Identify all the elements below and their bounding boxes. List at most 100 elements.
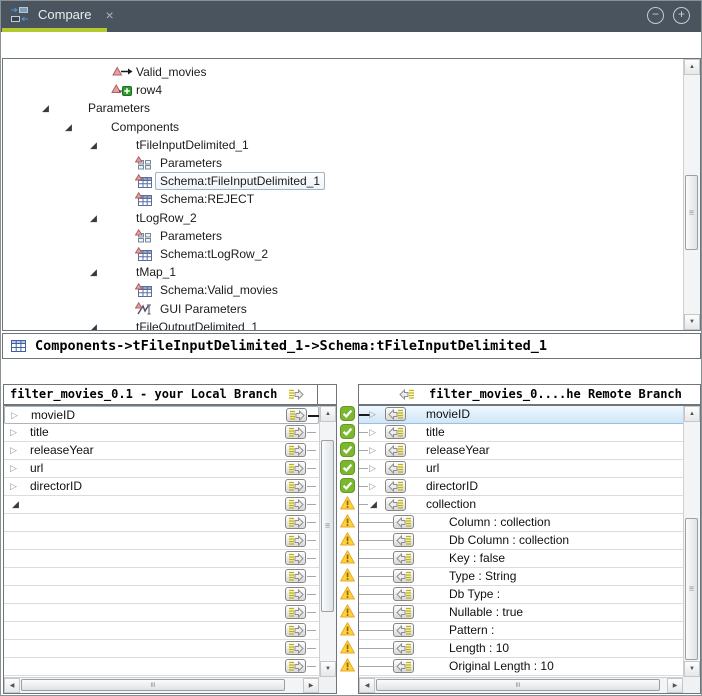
expander-icon[interactable]: ◢ xyxy=(90,209,97,227)
copy-to-remote-button[interactable] xyxy=(285,551,306,565)
tree-item-parameters[interactable]: Parameters xyxy=(3,227,683,245)
minimize-button[interactable]: − xyxy=(647,7,664,24)
remote-row-title[interactable]: ▷title xyxy=(359,424,683,442)
expand-icon[interactable]: ▷ xyxy=(10,442,17,459)
copy-to-remote-button[interactable] xyxy=(285,587,306,601)
remote-row-movieid[interactable]: ▷movieID xyxy=(359,406,683,424)
remote-property-nullable[interactable]: Nullable : true xyxy=(359,604,683,622)
scrollbar-thumb[interactable]: ≡ xyxy=(321,440,334,612)
local-row-empty-13[interactable] xyxy=(4,622,319,640)
tree-item-components[interactable]: ◢Components xyxy=(3,118,683,136)
local-row-movieid[interactable]: ▷movieID xyxy=(4,406,319,424)
expand-icon[interactable]: ▷ xyxy=(10,460,17,477)
copy-to-remote-button[interactable] xyxy=(285,497,306,511)
copy-to-remote-button[interactable] xyxy=(285,515,306,529)
scroll-down-button[interactable]: ▼ xyxy=(684,314,700,330)
expander-icon[interactable]: ◢ xyxy=(90,318,97,330)
local-row-empty-6[interactable]: ◢ xyxy=(4,496,319,514)
tree-scrollbar[interactable]: ▲≡▼ xyxy=(683,59,700,330)
local-row-empty-10[interactable] xyxy=(4,568,319,586)
copy-to-local-button[interactable] xyxy=(385,425,406,439)
local-row-releaseyear[interactable]: ▷releaseYear xyxy=(4,442,319,460)
copy-to-local-button[interactable] xyxy=(393,641,414,655)
local-row-empty-8[interactable] xyxy=(4,532,319,550)
tree-item-tfileoutputdelimited-1[interactable]: ◢tFileOutputDelimited_1 xyxy=(3,318,683,330)
copy-to-remote-button[interactable] xyxy=(286,408,307,422)
local-row-empty-14[interactable] xyxy=(4,640,319,658)
local-row-empty-9[interactable] xyxy=(4,550,319,568)
scroll-up-button[interactable]: ▲ xyxy=(684,406,700,422)
copy-to-remote-button[interactable] xyxy=(285,641,306,655)
local-vertical-scrollbar[interactable]: ▲ ≡ ▼ xyxy=(319,406,336,677)
copy-to-local-button[interactable] xyxy=(385,443,406,457)
scroll-left-button[interactable]: ◀ xyxy=(359,678,375,693)
expand-icon[interactable]: ▷ xyxy=(369,406,376,423)
copy-to-remote-button[interactable] xyxy=(285,461,306,475)
scroll-left-button[interactable]: ◀ xyxy=(4,678,20,693)
remote-property-type[interactable]: Type : String xyxy=(359,568,683,586)
copy-to-local-button[interactable] xyxy=(385,497,406,511)
copy-to-local-button[interactable] xyxy=(393,659,414,673)
tree-item-tmap-1[interactable]: ◢tMap_1 xyxy=(3,263,683,281)
copy-to-local-button[interactable] xyxy=(393,551,414,565)
tree-item-row4[interactable]: row4 xyxy=(3,81,683,99)
copy-to-local-button[interactable] xyxy=(393,587,414,601)
remote-property-db-type[interactable]: Db Type : xyxy=(359,586,683,604)
collapse-icon[interactable]: ◢ xyxy=(12,496,19,513)
local-row-empty-7[interactable] xyxy=(4,514,319,532)
local-row-empty-12[interactable] xyxy=(4,604,319,622)
local-row-empty-11[interactable] xyxy=(4,586,319,604)
copy-to-remote-button[interactable] xyxy=(285,479,306,493)
scrollbar-thumb[interactable]: ≡ xyxy=(376,679,660,691)
maximize-button[interactable]: + xyxy=(673,7,690,24)
scrollbar-thumb[interactable]: ≡ xyxy=(685,518,698,660)
copy-to-remote-button[interactable] xyxy=(285,425,306,439)
tree-item-valid-movies[interactable]: Valid_movies xyxy=(3,63,683,81)
tree-item-parameters[interactable]: ◢Parameters xyxy=(3,99,683,117)
scrollbar-thumb[interactable]: ≡ xyxy=(21,679,285,691)
remote-property-original-length[interactable]: Original Length : 10 xyxy=(359,658,683,676)
expand-icon[interactable]: ▷ xyxy=(10,424,17,441)
copy-to-remote-button[interactable] xyxy=(285,533,306,547)
copy-to-local-button[interactable] xyxy=(393,515,414,529)
copy-all-right-icon[interactable] xyxy=(288,389,304,400)
tree-item-tlogrow-2[interactable]: ◢tLogRow_2 xyxy=(3,209,683,227)
expander-icon[interactable]: ◢ xyxy=(90,263,97,281)
expand-icon[interactable]: ▷ xyxy=(10,478,17,495)
tree-item-schema-valid-movies[interactable]: Schema:Valid_movies xyxy=(3,281,683,299)
copy-to-local-button[interactable] xyxy=(385,479,406,493)
scrollbar-thumb[interactable]: ≡ xyxy=(685,175,698,250)
local-row-empty-15[interactable] xyxy=(4,658,319,676)
copy-to-remote-button[interactable] xyxy=(285,605,306,619)
remote-property-length[interactable]: Length : 10 xyxy=(359,640,683,658)
local-row-directorid[interactable]: ▷directorID xyxy=(4,478,319,496)
scroll-down-button[interactable]: ▼ xyxy=(320,661,336,677)
copy-to-local-button[interactable] xyxy=(393,533,414,547)
remote-property-pattern[interactable]: Pattern : xyxy=(359,622,683,640)
expander-icon[interactable]: ◢ xyxy=(90,136,97,154)
copy-to-remote-button[interactable] xyxy=(285,569,306,583)
collapse-icon[interactable]: ◢ xyxy=(370,496,377,513)
local-row-title[interactable]: ▷title xyxy=(4,424,319,442)
copy-all-left-icon[interactable] xyxy=(399,389,415,400)
expand-icon[interactable]: ▷ xyxy=(11,407,18,424)
copy-to-remote-button[interactable] xyxy=(285,443,306,457)
tree-item-schema-reject[interactable]: Schema:REJECT xyxy=(3,190,683,208)
scroll-up-button[interactable]: ▲ xyxy=(320,406,336,422)
local-horizontal-scrollbar[interactable]: ◀≡ ▶ xyxy=(4,677,319,693)
remote-property-key[interactable]: Key : false xyxy=(359,550,683,568)
remote-row-url[interactable]: ▷url xyxy=(359,460,683,478)
remote-row-releaseyear[interactable]: ▷releaseYear xyxy=(359,442,683,460)
scroll-right-button[interactable]: ▶ xyxy=(303,678,319,693)
tree-item-tfileinputdelimited-1[interactable]: ◢tFileInputDelimited_1 xyxy=(3,136,683,154)
expand-icon[interactable]: ▷ xyxy=(369,424,376,441)
remote-row-directorid[interactable]: ▷directorID xyxy=(359,478,683,496)
tree-item-gui-parameters[interactable]: GUI Parameters xyxy=(3,300,683,318)
expand-icon[interactable]: ▷ xyxy=(369,442,376,459)
remote-property-db-column[interactable]: Db Column : collection xyxy=(359,532,683,550)
tab-compare[interactable]: Compare × xyxy=(1,1,124,28)
expand-icon[interactable]: ▷ xyxy=(369,460,376,477)
close-icon[interactable]: × xyxy=(105,7,113,23)
remote-property-column[interactable]: Column : collection xyxy=(359,514,683,532)
copy-to-local-button[interactable] xyxy=(385,461,406,475)
